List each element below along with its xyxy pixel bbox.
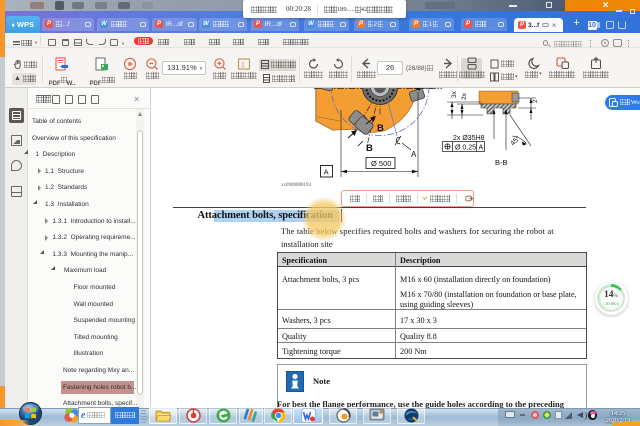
svg-text:Ø 500: Ø 500: [371, 159, 391, 168]
svg-text:1: 1: [241, 62, 245, 69]
svg-text:2x Ø35H8: 2x Ø35H8: [453, 135, 485, 142]
svg-text:A: A: [324, 168, 329, 177]
svg-text:3x: 3x: [451, 90, 458, 98]
svg-text:2: 2: [532, 99, 539, 103]
svg-text:B-B: B-B: [495, 158, 508, 167]
svg-text:2x: 2x: [461, 92, 468, 100]
svg-text:B: B: [366, 143, 373, 154]
svg-text:45°: 45°: [509, 134, 522, 147]
svg-text:A: A: [479, 145, 484, 152]
svg-text:Ø 0,25: Ø 0,25: [455, 145, 476, 152]
svg-text:A: A: [411, 150, 417, 159]
svg-text:B: B: [377, 123, 384, 134]
